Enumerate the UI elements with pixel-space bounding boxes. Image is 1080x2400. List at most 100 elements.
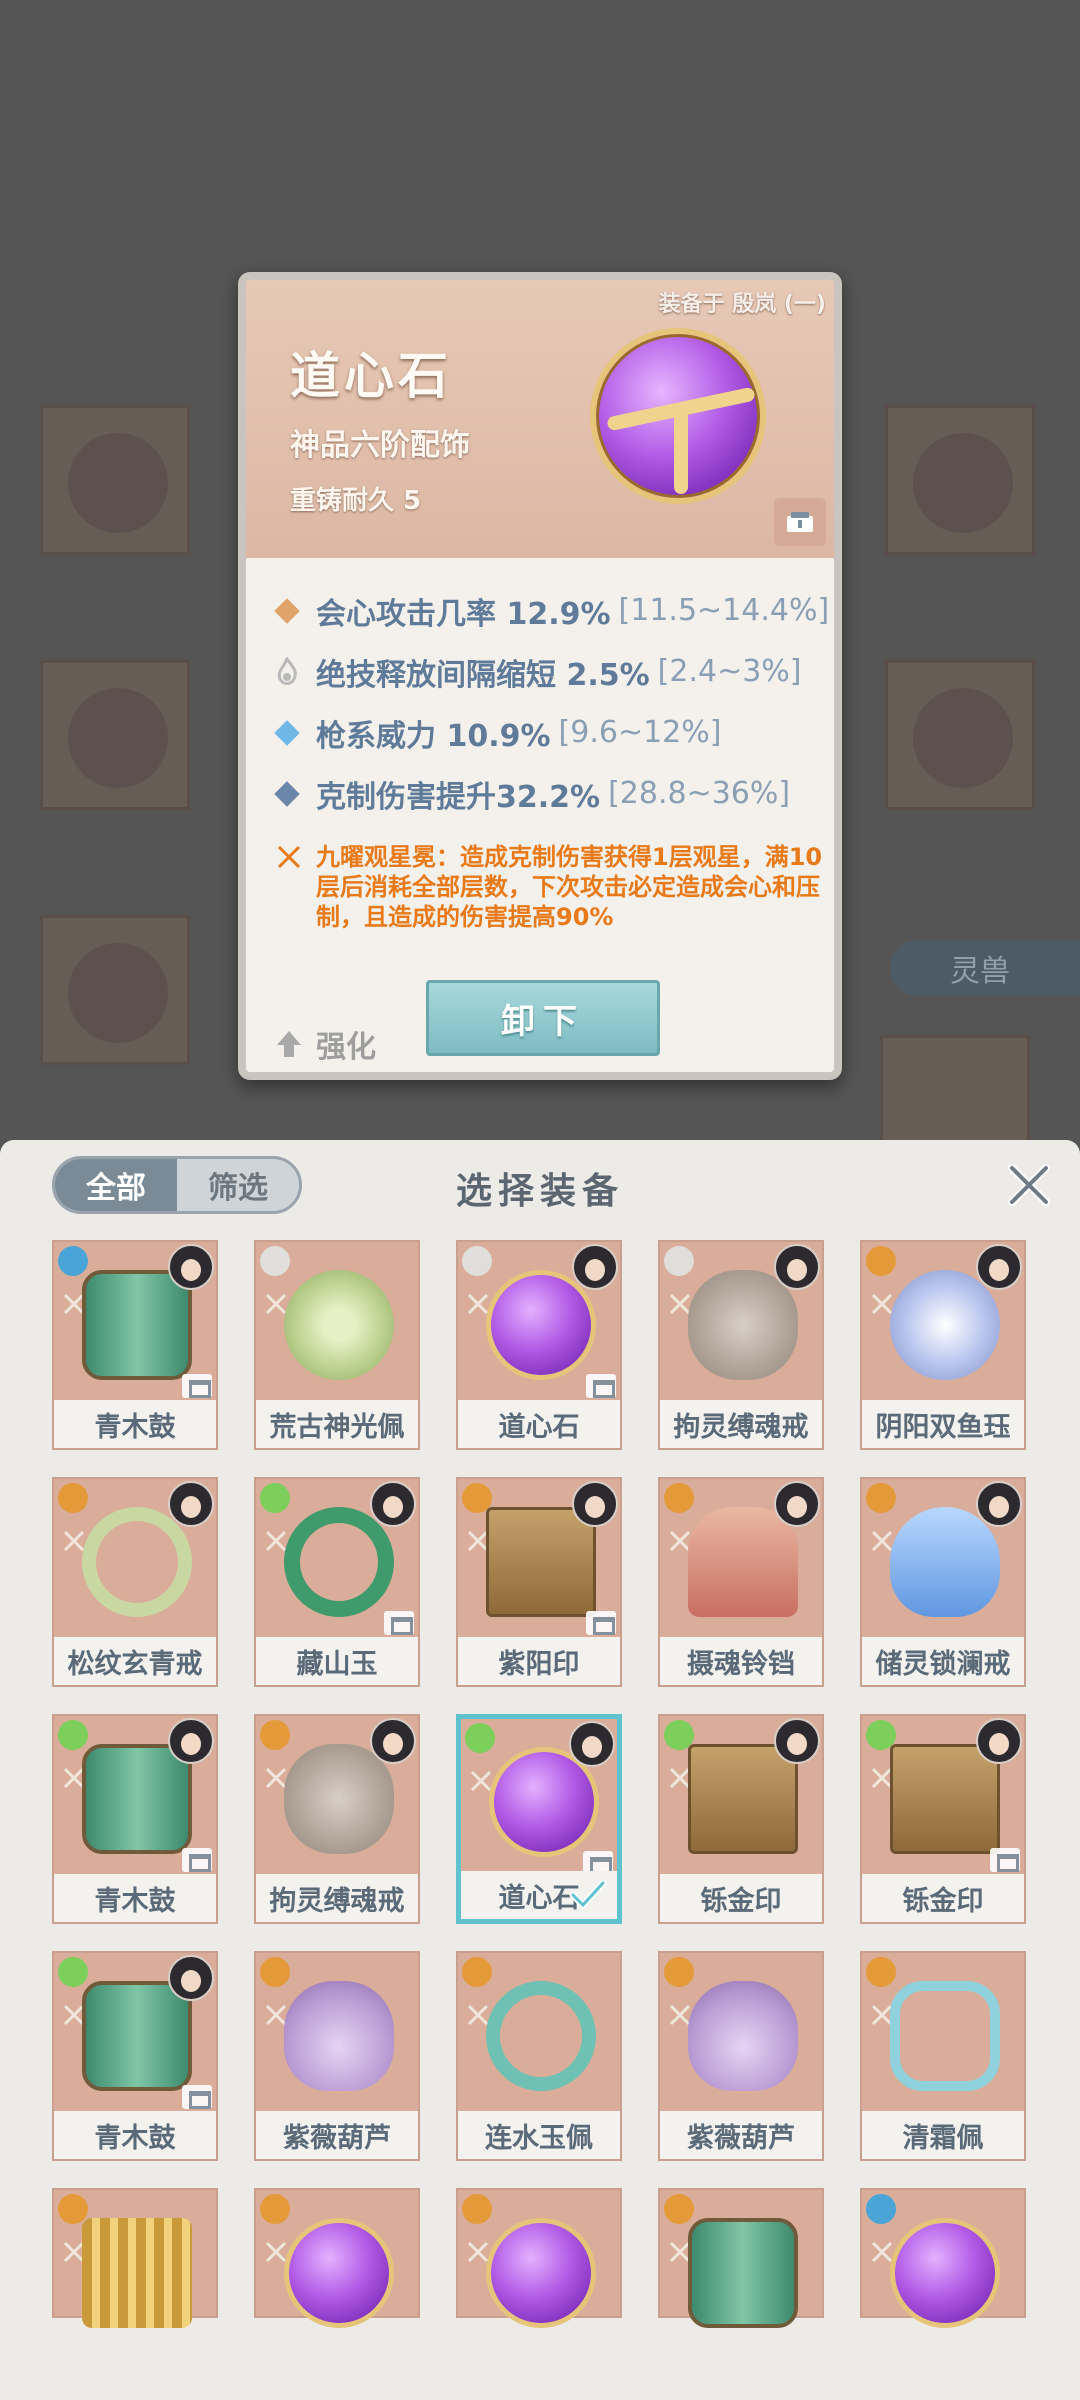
bg-equip-slot: [885, 405, 1035, 555]
equipment-card[interactable]: 摄魂铃铛: [658, 1477, 824, 1687]
drum-icon: [688, 2218, 798, 2328]
pendant-icon: [284, 1270, 394, 1380]
orb-icon: [284, 2218, 394, 2328]
owner-avatar: [774, 1718, 820, 1764]
owner-avatar: [168, 1955, 214, 2001]
stat-row: 枪系威力 10.9% [9.6~12%]: [270, 702, 830, 763]
equipment-card[interactable]: 紫阳印: [456, 1477, 622, 1687]
owner-avatar: [976, 1718, 1022, 1764]
diamond-icon: [274, 597, 300, 624]
equipment-card[interactable]: 清霜佩: [860, 1951, 1026, 2161]
lock-icon: [182, 2085, 212, 2109]
equipment-name: 荒古神光佩: [256, 1400, 418, 1448]
equipment-card[interactable]: 青木鼓: [52, 1240, 218, 1450]
item-grade: 神品六阶配饰: [290, 428, 470, 463]
equipment-card[interactable]: 荒古神光佩: [254, 1240, 420, 1450]
equipment-card[interactable]: [860, 2188, 1026, 2328]
diamond-icon: [274, 719, 300, 746]
element-icon: [462, 2194, 492, 2224]
equipment-card[interactable]: 青木鼓: [52, 1951, 218, 2161]
owner-avatar: [774, 1481, 820, 1527]
close-icon[interactable]: [1004, 1160, 1054, 1210]
unequip-button[interactable]: 卸下: [426, 980, 660, 1056]
owner-avatar: [976, 1244, 1022, 1290]
equipment-card[interactable]: 储灵锁澜戒: [860, 1477, 1026, 1687]
equipment-name: 拘灵缚魂戒: [256, 1874, 418, 1922]
owner-avatar: [370, 1481, 416, 1527]
flame-icon: [277, 656, 297, 685]
equipment-name: 清霜佩: [862, 2111, 1024, 2159]
equipment-name: 青木鼓: [54, 2111, 216, 2159]
seal-icon: [890, 1744, 1000, 1854]
equipment-name: 青木鼓: [54, 1874, 216, 1922]
owner-avatar: [168, 1481, 214, 1527]
skill-effect: 九曜观星冕：造成克制伤害获得1层观星，满10层后消耗全部层数，下次攻击必定造成会…: [270, 842, 830, 932]
owner-avatar: [774, 1244, 820, 1290]
equipment-name: 紫阳印: [458, 1637, 620, 1685]
drum-icon: [82, 1981, 192, 2091]
lock-icon: [990, 1848, 1020, 1872]
pet-button: 灵兽: [890, 940, 1080, 996]
equipment-card[interactable]: [254, 2188, 420, 2328]
equipment-card[interactable]: 紫薇葫芦: [254, 1951, 420, 2161]
equipment-name: 青木鼓: [54, 1400, 216, 1448]
beast-icon: [688, 1270, 798, 1380]
equipment-card[interactable]: 紫薇葫芦: [658, 1951, 824, 2161]
element-icon: [866, 1957, 896, 1987]
element-icon: [58, 1720, 88, 1750]
beast-icon: [284, 1744, 394, 1854]
detail-header: 装备于 殷岚 (一) 道心石 神品六阶配饰 重铸耐久 5: [246, 280, 834, 558]
equipment-card[interactable]: [456, 2188, 622, 2328]
equipment-name: 紫薇葫芦: [256, 2111, 418, 2159]
equipment-name: 道心石: [458, 1400, 620, 1448]
equipment-card[interactable]: [658, 2188, 824, 2328]
equipment-card[interactable]: 拘灵缚魂戒: [254, 1714, 420, 1924]
lock-icon: [182, 1374, 212, 1398]
diamond-icon: [274, 780, 300, 807]
equipment-card[interactable]: 松纹玄青戒: [52, 1477, 218, 1687]
lock-icon: [586, 1374, 616, 1398]
element-icon: [465, 1723, 495, 1753]
lock-button[interactable]: [774, 498, 826, 546]
equipment-card[interactable]: 连水玉佩: [456, 1951, 622, 2161]
equipment-name: 储灵锁澜戒: [862, 1637, 1024, 1685]
equipment-name: 藏山玉: [256, 1637, 418, 1685]
frost-icon: [890, 1981, 1000, 2091]
wreath-icon: [486, 1981, 596, 2091]
equipment-card[interactable]: 铄金印: [860, 1714, 1026, 1924]
lock-icon: [182, 1848, 212, 1872]
stat-row: 绝技释放间隔缩短 2.5% [2.4~3%]: [270, 641, 830, 702]
panel-title: 选择装备: [455, 1171, 624, 1212]
equipment-name: 摄魂铃铛: [660, 1637, 822, 1685]
equipment-name: 拘灵缚魂戒: [660, 1400, 822, 1448]
equipment-card[interactable]: 藏山玉: [254, 1477, 420, 1687]
element-icon: [260, 1246, 290, 1276]
equipment-name: 连水玉佩: [458, 2111, 620, 2159]
lock-icon: [384, 1611, 414, 1635]
element-icon: [58, 1483, 88, 1513]
upgrade-button[interactable]: 强化: [274, 1022, 376, 1066]
equipment-name: 松纹玄青戒: [54, 1637, 216, 1685]
equipment-card[interactable]: [52, 2188, 218, 2328]
equipment-name: 铄金印: [862, 1874, 1024, 1922]
element-icon: [260, 1483, 290, 1513]
orb-icon: [890, 2218, 1000, 2328]
equipment-card[interactable]: 铄金印: [658, 1714, 824, 1924]
equipment-name: 铄金印: [660, 1874, 822, 1922]
owner-avatar: [976, 1481, 1022, 1527]
element-icon: [866, 1483, 896, 1513]
equipment-card[interactable]: 青木鼓: [52, 1714, 218, 1924]
jade-icon: [284, 1507, 394, 1617]
stat-row: 克制伤害提升32.2% [28.8~36%]: [270, 763, 830, 824]
equipment-card[interactable]: 道心石: [456, 1714, 622, 1924]
element-icon: [664, 1957, 694, 1987]
equipment-card[interactable]: 阴阳双鱼珏: [860, 1240, 1026, 1450]
equipment-card[interactable]: 拘灵缚魂戒: [658, 1240, 824, 1450]
equipment-card[interactable]: 道心石: [456, 1240, 622, 1450]
equipment-detail-popup: 装备于 殷岚 (一) 道心石 神品六阶配饰 重铸耐久 5 会心攻击几率 12.9…: [238, 272, 842, 1080]
lock-icon: [787, 512, 813, 532]
orb-icon: [486, 2218, 596, 2328]
element-icon: [866, 1246, 896, 1276]
owner-avatar: [168, 1244, 214, 1290]
stats-list: 会心攻击几率 12.9% [11.5~14.4%] 绝技释放间隔缩短 2.5% …: [270, 580, 830, 932]
